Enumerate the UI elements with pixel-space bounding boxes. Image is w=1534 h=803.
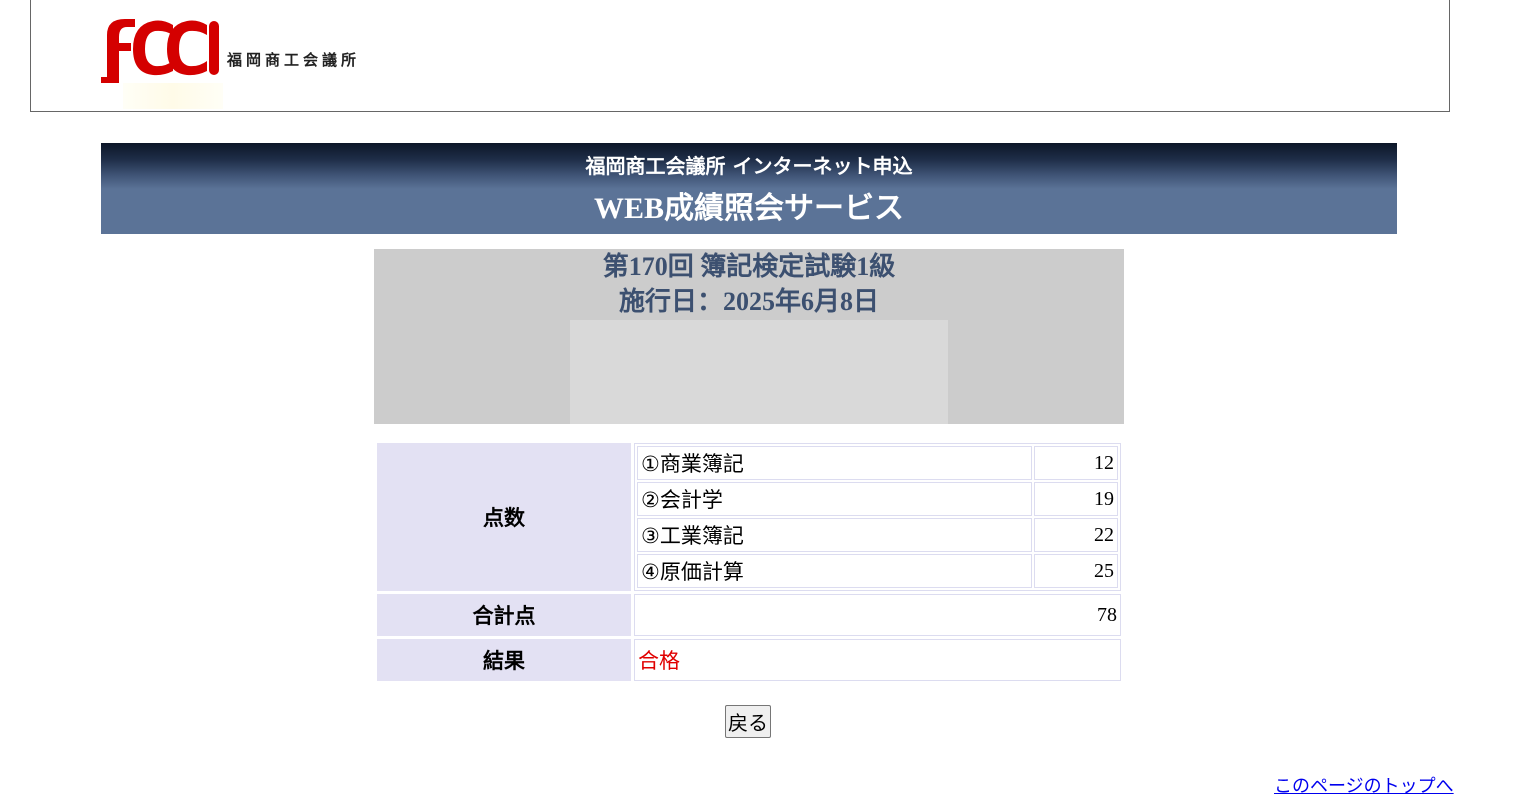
subject-score: 22 xyxy=(1034,518,1118,552)
subject-name: ④原価計算 xyxy=(637,554,1032,588)
logo-highlight xyxy=(123,83,223,109)
subject-name: ③工業簿記 xyxy=(637,518,1032,552)
site-header: 福岡商工会議所 xyxy=(30,0,1450,112)
exam-info: 第170回 簿記検定試験1級 施行日：2025年6月8日 xyxy=(374,249,1124,424)
table-row: 点数 ①商業簿記 12 ②会計学 19 ③工業簿記 22 ④原価計算 25 xyxy=(377,443,1121,591)
fcci-logo[interactable]: 福岡商工会議所 xyxy=(91,13,411,87)
total-label: 合計点 xyxy=(377,594,631,636)
subject-name: ①商業簿記 xyxy=(637,446,1032,480)
total-value: 78 xyxy=(634,594,1121,636)
subject-row: ②会計学 19 xyxy=(637,482,1118,516)
banner-subtitle: 福岡商工会議所 インターネット申込 xyxy=(101,143,1397,189)
table-row: 結果 合格 xyxy=(377,639,1121,681)
subject-name: ②会計学 xyxy=(637,482,1032,516)
subject-table: ①商業簿記 12 ②会計学 19 ③工業簿記 22 ④原価計算 25 xyxy=(635,444,1120,590)
result-label: 結果 xyxy=(377,639,631,681)
redacted-area xyxy=(570,320,948,424)
exam-date: 施行日：2025年6月8日 xyxy=(618,287,879,316)
subject-score: 19 xyxy=(1034,482,1118,516)
exam-name: 第170回 簿記検定試験1級 xyxy=(602,252,896,281)
banner-title: WEB成績照会サービス xyxy=(593,192,905,225)
fcci-logo-icon xyxy=(101,19,219,83)
logo-text: 福岡商工会議所 xyxy=(227,51,361,69)
score-label: 点数 xyxy=(377,443,631,591)
page-top-link[interactable]: このページのトップへ xyxy=(1274,772,1454,798)
table-row: 合計点 78 xyxy=(377,594,1121,636)
title-banner: 福岡商工会議所 インターネット申込 WEB成績照会サービス xyxy=(101,143,1397,234)
subject-row: ①商業簿記 12 xyxy=(637,446,1118,480)
subject-score: 12 xyxy=(1034,446,1118,480)
subject-row: ③工業簿記 22 xyxy=(637,518,1118,552)
result-value: 合格 xyxy=(634,639,1121,681)
score-table: 点数 ①商業簿記 12 ②会計学 19 ③工業簿記 22 ④原価計算 25 合計… xyxy=(374,440,1124,684)
subject-row: ④原価計算 25 xyxy=(637,554,1118,588)
back-button[interactable]: 戻る xyxy=(725,705,771,738)
subject-scores: ①商業簿記 12 ②会計学 19 ③工業簿記 22 ④原価計算 25 xyxy=(634,443,1121,591)
subject-score: 25 xyxy=(1034,554,1118,588)
